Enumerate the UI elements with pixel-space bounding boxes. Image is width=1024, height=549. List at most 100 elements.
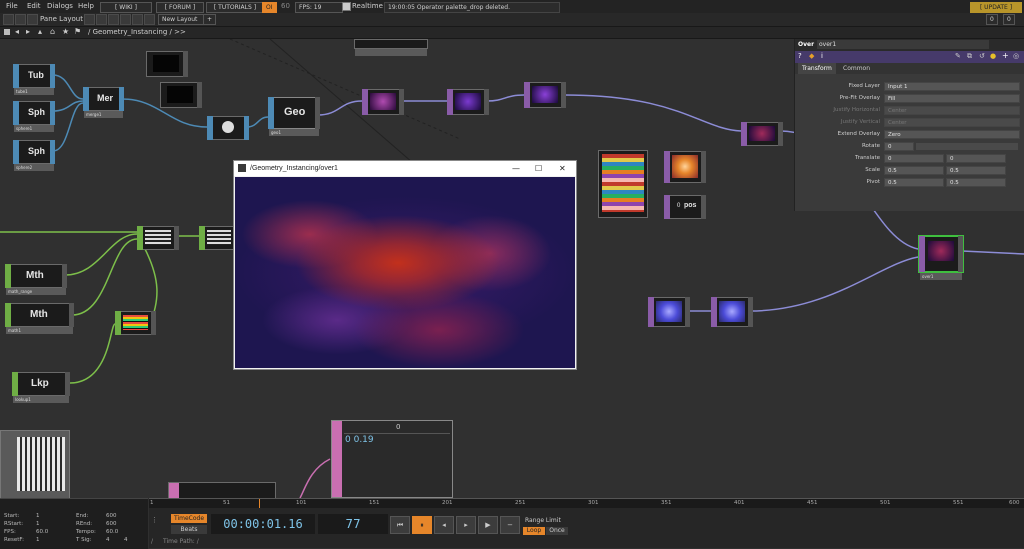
layout-icon-1[interactable] [84,14,95,25]
node-pos[interactable]: 0 pos [664,195,706,219]
home-icon[interactable]: ⌂ [50,27,55,36]
add-layout-button[interactable]: + [203,14,217,25]
node-blue-glow-2[interactable] [711,297,753,327]
params-op-name[interactable]: over1 [817,40,989,49]
node-instance-sop[interactable] [207,116,249,140]
param-fixed-layer-menu[interactable]: Input 1 [884,82,1020,91]
param-translate-x[interactable]: 0 [884,154,944,163]
node-comp[interactable] [741,122,783,146]
timecode-button[interactable]: TimeCode [171,514,207,523]
node-blue-glow-1[interactable] [648,297,690,327]
menu-edit[interactable]: Edit [27,2,41,10]
rewind-button[interactable]: ⏮ [390,516,410,534]
pane-close-icon[interactable] [27,14,38,25]
pause-button[interactable]: ⏸ [412,516,432,534]
forum-button[interactable]: [ FORUM ] [156,2,204,13]
param-pivot-x[interactable]: 0.5 [884,178,944,187]
node-math[interactable]: Mth math1 [5,303,74,334]
param-scale-y[interactable]: 0.5 [946,166,1006,175]
node-render[interactable] [362,89,404,115]
param-justify-horizontal-menu[interactable]: Center [884,106,1020,115]
frame-display[interactable]: 77 [318,514,388,534]
node-value-viewer[interactable]: 0 0 0.19 [331,420,453,498]
node-geo[interactable]: Geo geo1 [268,97,320,136]
viewer-minimize-icon[interactable]: — [512,161,520,176]
pane-split2-icon[interactable] [15,14,26,25]
layout-icon-3[interactable] [108,14,119,25]
param-justify-vertical-menu[interactable]: Center [884,118,1020,127]
expression-icon[interactable]: ⧉ [967,52,972,61]
up-icon[interactable]: ▴ [38,27,42,36]
network-icon[interactable] [4,29,10,35]
beats-button[interactable]: Beats [171,525,207,534]
node-top-clipped[interactable] [354,39,428,56]
menu-dialogs[interactable]: Dialogs [47,2,73,10]
reset-icon[interactable]: ↺ [979,52,985,60]
node-sphere-1[interactable]: Sph sphere1 [13,101,55,132]
step-back-button[interactable]: ◂ [434,516,454,534]
viewer-titlebar[interactable]: /Geometry_Instancing/over1 — ☐ ✕ [234,161,576,176]
wiki-button[interactable]: [ WIKI ] [100,2,152,13]
tab-transform[interactable]: Transform [798,63,836,74]
play-button[interactable]: ▶ [478,516,498,534]
param-translate-y[interactable]: 0 [946,154,1006,163]
node-color-table[interactable] [598,150,648,218]
start-value[interactable]: 1 [36,513,40,519]
back-icon[interactable]: ◂ [15,27,19,36]
menu-help[interactable]: Help [78,2,94,10]
layout-icon-5[interactable] [132,14,143,25]
once-button[interactable]: Once [546,527,568,535]
step-forward-button[interactable]: ▸ [456,516,476,534]
loop-button[interactable]: Loop [523,527,545,535]
param-rotate-slider[interactable] [916,143,1018,150]
network-minimap[interactable] [0,430,70,498]
rend-value[interactable]: 600 [106,521,117,527]
pane-right-1[interactable]: 0 [1003,14,1015,25]
param-prefit-overlay-menu[interactable]: Fill [884,94,1020,103]
minus-button[interactable]: − [500,516,520,534]
resetf-value[interactable]: 1 [36,537,40,543]
add-icon[interactable]: + [1002,51,1009,60]
node-level[interactable] [447,89,489,115]
node-feedback[interactable] [524,82,566,108]
color-icon[interactable]: ● [990,52,996,60]
help-icon[interactable]: ? [798,52,802,60]
end-value[interactable]: 600 [106,513,117,519]
node-merge[interactable]: Mer merge1 [83,87,124,118]
node-merge-chop[interactable] [137,226,179,250]
rstart-value[interactable]: 1 [36,521,40,527]
python-icon[interactable]: ◆ [809,52,814,60]
node-sphere-2[interactable]: Sph sphere2 [13,140,55,171]
layout-icon-6[interactable] [144,14,155,25]
layout-icon-4[interactable] [120,14,131,25]
network-path[interactable]: / Geometry_Instancing / >> [88,28,186,36]
layout-icon-2[interactable] [96,14,107,25]
pane-right-0[interactable]: 0 [986,14,998,25]
tab-common[interactable]: Common [839,63,874,74]
viewer-maximize-icon[interactable]: ☐ [535,161,542,176]
viewer-close-icon[interactable]: ✕ [559,161,566,176]
node-top-preview-b[interactable] [160,82,202,108]
node-ramp[interactable] [664,151,706,183]
node-over1[interactable]: over1 [918,235,964,280]
timecode-display[interactable]: 00:00:01.16 [211,514,315,534]
node-trail-chop[interactable] [115,311,156,335]
param-scale-x[interactable]: 0.5 [884,166,944,175]
tsig-den[interactable]: 4 [124,537,128,543]
param-pivot-y[interactable]: 0.5 [946,178,1006,187]
node-math-range[interactable]: Mth math_range [5,264,67,295]
fps-value[interactable]: 60.0 [36,529,48,535]
info-icon[interactable]: i [821,52,823,60]
pane-split-icon[interactable] [3,14,14,25]
node-bottom-clipped[interactable] [168,482,276,498]
bookmark-icon[interactable]: ⚑ [74,27,81,36]
settings-icon[interactable]: ◎ [1013,52,1019,60]
tsig-num[interactable]: 4 [106,537,110,543]
param-extend-overlay-menu[interactable]: Zero [884,130,1020,139]
node-top-preview-a[interactable] [146,51,188,77]
param-rotate-field[interactable]: 0 [884,142,914,151]
update-button[interactable]: [ UPDATE ] [970,2,1022,13]
edit-icon[interactable]: ✎ [955,52,961,60]
realtime-checkbox[interactable] [342,2,351,11]
oi-button[interactable]: OI [262,2,277,13]
